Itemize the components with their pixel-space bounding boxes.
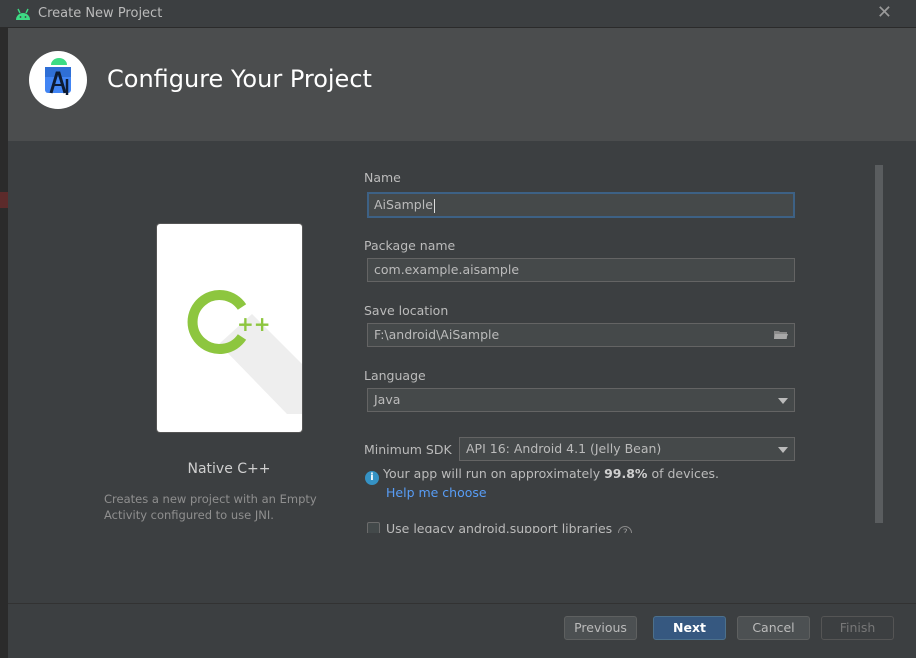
minimum-sdk-label: Minimum SDK <box>364 442 452 457</box>
name-input[interactable]: AiSample <box>367 192 795 218</box>
template-name: Native C++ <box>187 461 271 477</box>
wizard-footer: Previous Next Cancel Finish <box>8 603 916 658</box>
background-ide-strip <box>0 28 8 658</box>
chevron-down-icon <box>778 398 788 404</box>
package-name-input[interactable]: com.example.aisample <box>367 258 795 282</box>
save-location-label: Save location <box>364 303 449 318</box>
chevron-down-icon <box>778 447 788 453</box>
wizard-body: ++ Native C++ Creates a new project with… <box>8 141 916 603</box>
name-label: Name <box>364 170 401 185</box>
info-suffix: of devices. <box>651 466 720 481</box>
help-me-choose-link[interactable]: Help me choose <box>386 485 487 500</box>
page-title: Configure Your Project <box>107 65 372 93</box>
template-description: Creates a new project with an Empty Acti… <box>104 492 317 522</box>
android-icon <box>16 8 30 20</box>
previous-button[interactable]: Previous <box>564 616 637 640</box>
info-icon: i <box>365 471 379 485</box>
save-location-input[interactable]: F:\android\AiSample <box>367 323 795 347</box>
close-icon[interactable]: ✕ <box>877 3 892 23</box>
svg-text:++: ++ <box>237 312 271 336</box>
android-studio-icon <box>45 58 71 95</box>
form-scrollbar[interactable] <box>875 165 883 523</box>
package-name-label: Package name <box>364 238 456 253</box>
language-value: Java <box>374 392 401 407</box>
template-preview-card: ++ <box>157 224 302 432</box>
minimum-sdk-select[interactable]: API 16: Android 4.1 (Jelly Bean) <box>459 437 795 461</box>
error-highlight <box>0 192 8 208</box>
wizard-header: Configure Your Project <box>8 28 916 141</box>
help-icon[interactable]: ? <box>618 526 633 533</box>
legacy-support-checkbox[interactable] <box>367 522 380 533</box>
title-bar: Create New Project ✕ <box>0 0 916 28</box>
info-percent: 99.8% <box>604 466 648 481</box>
device-coverage-info: i Your app will run on approximately 99.8… <box>365 466 719 485</box>
minimum-sdk-value: API 16: Android 4.1 (Jelly Bean) <box>466 441 662 456</box>
language-select[interactable]: Java <box>367 388 795 412</box>
legacy-support-option[interactable]: Use legacy android.support libraries? <box>367 521 807 533</box>
finish-button[interactable]: Finish <box>821 616 894 640</box>
cancel-button[interactable]: Cancel <box>737 616 810 640</box>
save-location-value: F:\android\AiSample <box>374 327 500 342</box>
folder-icon[interactable] <box>774 330 788 340</box>
language-label: Language <box>364 368 426 383</box>
cpp-logo-icon: ++ <box>187 290 302 414</box>
window-title: Create New Project <box>38 6 163 21</box>
next-button[interactable]: Next <box>653 616 726 640</box>
info-prefix: Your app will run on approximately <box>383 466 601 481</box>
legacy-support-label: Use legacy android.support libraries <box>386 521 613 533</box>
android-studio-logo <box>29 51 87 109</box>
